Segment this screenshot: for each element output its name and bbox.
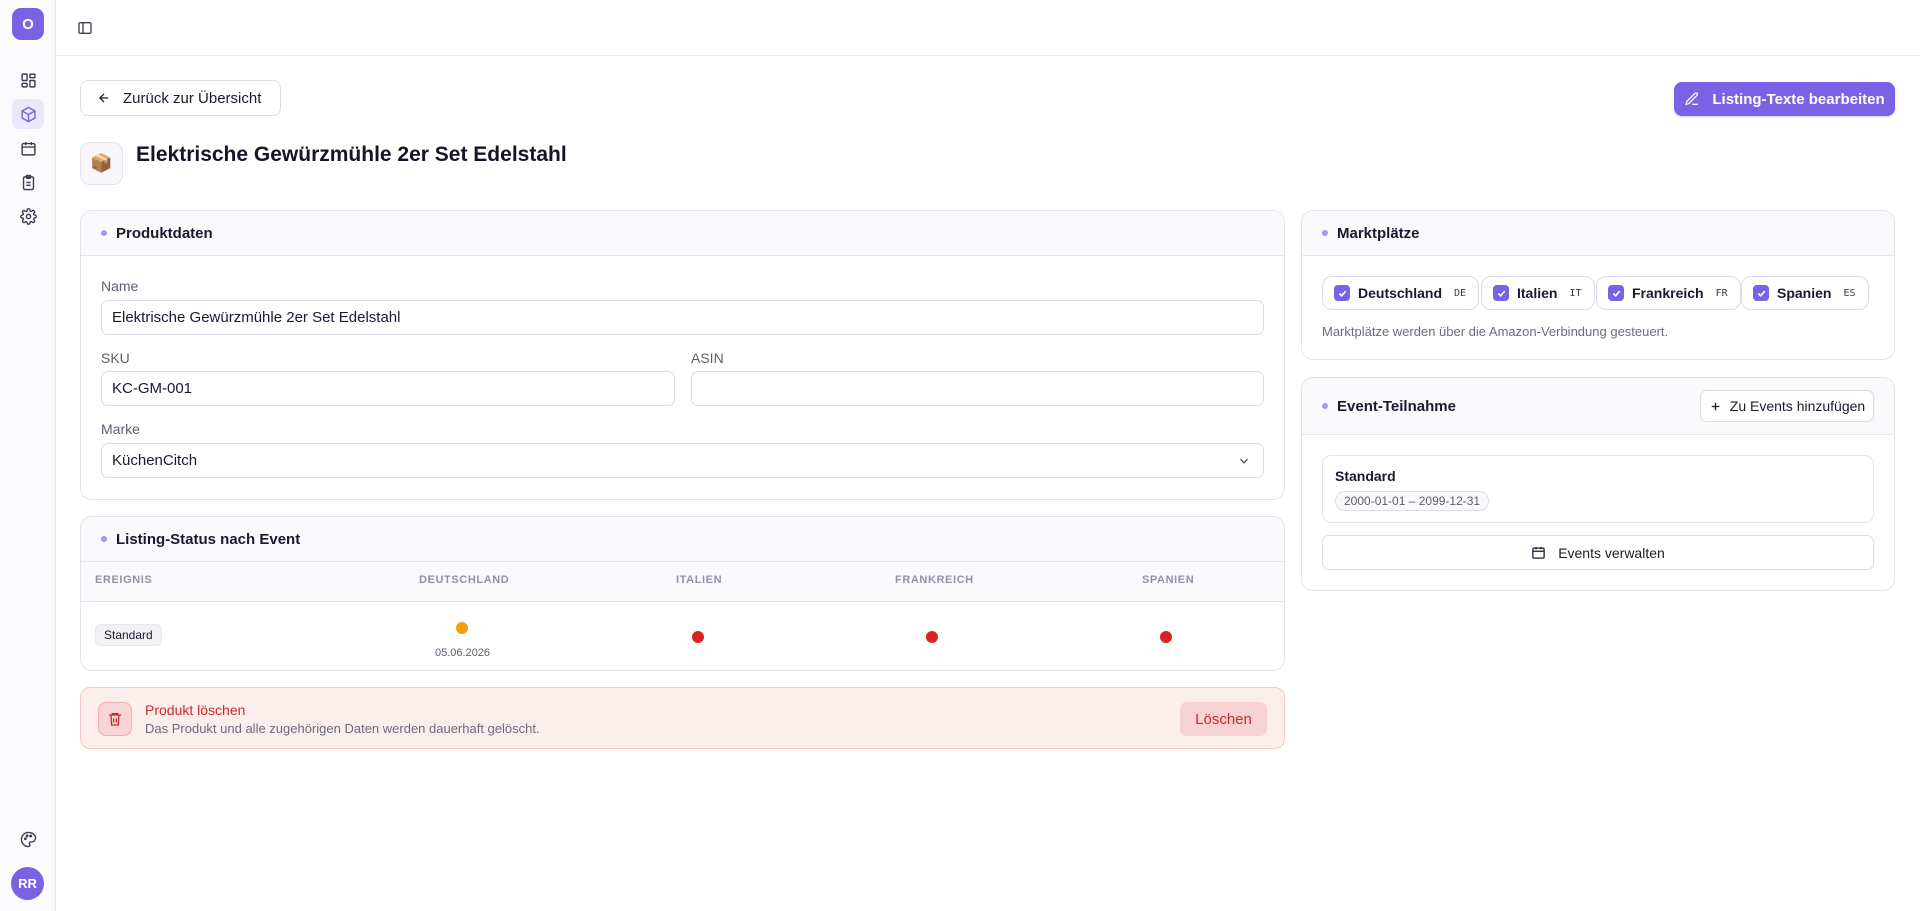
checkbox-checked-icon[interactable] (1334, 285, 1350, 301)
delete-product-panel: Produkt löschen Das Produkt und alle zug… (80, 687, 1285, 749)
checkbox-checked-icon[interactable] (1608, 285, 1624, 301)
asin-label: ASIN (691, 350, 724, 366)
product-data-header: Produktdaten (81, 211, 1284, 256)
sidebar: O RR (0, 0, 56, 911)
topbar (56, 0, 1920, 56)
checkbox-checked-icon[interactable] (1493, 285, 1509, 301)
back-button-label: Zurück zur Übersicht (123, 89, 262, 107)
event-date-range: 2000-01-01 – 2099-12-31 (1335, 491, 1490, 511)
calendar-icon (1532, 546, 1545, 559)
marketplace-chip-es[interactable]: Spanien ES (1741, 276, 1869, 310)
event-badge: Standard (95, 624, 162, 646)
section-dot-icon (101, 536, 107, 542)
status-dot-es[interactable] (1160, 631, 1172, 643)
status-date-de: 05.06.2026 (435, 647, 491, 659)
listing-status-header: Listing-Status nach Event (81, 517, 1284, 562)
user-avatar[interactable]: RR (11, 867, 44, 900)
asin-field[interactable] (691, 371, 1264, 406)
page-title: Elektrische Gewürzmühle 2er Set Edelstah… (136, 143, 567, 166)
event-participation-header: Event-Teilnahme Zu Events hinzufügen (1302, 378, 1894, 435)
marketplace-code: IT (1569, 287, 1582, 299)
marketplace-chip-de[interactable]: Deutschland DE (1322, 276, 1480, 310)
calendar-nav-icon[interactable] (12, 133, 44, 163)
marketplace-name: Frankreich (1632, 285, 1704, 301)
column-header-es: SPANIEN (1142, 574, 1195, 586)
column-header-fr: FRANKREICH (895, 574, 974, 586)
status-dot-fr[interactable] (926, 631, 938, 643)
clipboard-nav-icon[interactable] (12, 167, 44, 197)
back-to-overview-button[interactable]: Zurück zur Übersicht (80, 80, 281, 116)
marketplace-chip-fr[interactable]: Frankreich FR (1596, 276, 1741, 310)
marketplace-code: ES (1843, 287, 1856, 299)
event-name: Standard (1335, 468, 1396, 484)
marketplaces-note: Marktplätze werden über die Amazon-Verbi… (1322, 324, 1669, 339)
section-dot-icon (101, 230, 107, 236)
products-nav-icon[interactable] (12, 99, 44, 129)
section-dot-icon (1322, 403, 1328, 409)
column-header-event: EREIGNIS (95, 574, 153, 586)
checkbox-checked-icon[interactable] (1753, 285, 1769, 301)
manage-events-button[interactable]: Events verwalten (1322, 535, 1874, 570)
marketplaces-title: Marktplätze (1337, 224, 1420, 242)
pencil-icon (1685, 92, 1699, 106)
status-dot-it[interactable] (692, 631, 704, 643)
brand-label: Marke (101, 421, 140, 437)
column-header-de: DEUTSCHLAND (419, 574, 510, 586)
delete-button[interactable]: Löschen (1180, 702, 1267, 736)
product-data-title: Produktdaten (116, 224, 213, 242)
settings-gear-icon[interactable] (12, 201, 44, 231)
theme-palette-icon[interactable] (12, 824, 44, 854)
app-logo[interactable]: O (12, 8, 44, 40)
marketplace-code: DE (1454, 287, 1467, 299)
marketplace-chip-it[interactable]: Italien IT (1481, 276, 1595, 310)
marketplaces-header: Marktplätze (1302, 211, 1894, 256)
marketplace-name: Deutschland (1358, 285, 1443, 301)
chevron-down-icon (1240, 458, 1248, 464)
brand-select-value: KüchenCitch (112, 452, 198, 469)
arrow-left-icon (99, 93, 109, 103)
delete-description: Das Produkt und alle zugehörigen Daten w… (145, 721, 540, 736)
listing-status-title: Listing-Status nach Event (116, 530, 301, 548)
column-header-it: ITALIEN (676, 574, 723, 586)
dashboard-nav-icon[interactable] (12, 65, 44, 95)
marketplace-name: Italien (1517, 285, 1558, 301)
add-to-events-button[interactable]: Zu Events hinzufügen (1700, 390, 1874, 422)
trash-icon (98, 702, 132, 736)
plus-icon (1711, 402, 1720, 410)
marketplace-name: Spanien (1777, 285, 1832, 301)
add-events-label: Zu Events hinzufügen (1729, 398, 1866, 414)
sidebar-toggle-icon[interactable] (74, 17, 96, 39)
sku-label: SKU (101, 350, 130, 366)
brand-select[interactable]: KüchenCitch (101, 443, 1264, 478)
edit-listing-texts-button[interactable]: Listing-Texte bearbeiten (1674, 82, 1895, 116)
edit-button-label: Listing-Texte bearbeiten (1712, 90, 1885, 108)
status-dot-de[interactable] (456, 622, 468, 634)
listing-status-card: Listing-Status nach Event (80, 516, 1285, 671)
event-item: Standard 2000-01-01 – 2099-12-31 (1322, 455, 1874, 523)
name-field[interactable]: Elektrische Gewürzmühle 2er Set Edelstah… (101, 300, 1264, 335)
manage-events-label: Events verwalten (1558, 544, 1665, 561)
name-label: Name (101, 278, 139, 294)
delete-title: Produkt löschen (145, 702, 246, 718)
event-participation-title: Event-Teilnahme (1337, 397, 1456, 415)
marketplace-code: FR (1715, 287, 1728, 299)
sku-field[interactable]: KC-GM-001 (101, 371, 675, 406)
section-dot-icon (1322, 230, 1328, 236)
product-package-icon: 📦 (80, 142, 123, 185)
